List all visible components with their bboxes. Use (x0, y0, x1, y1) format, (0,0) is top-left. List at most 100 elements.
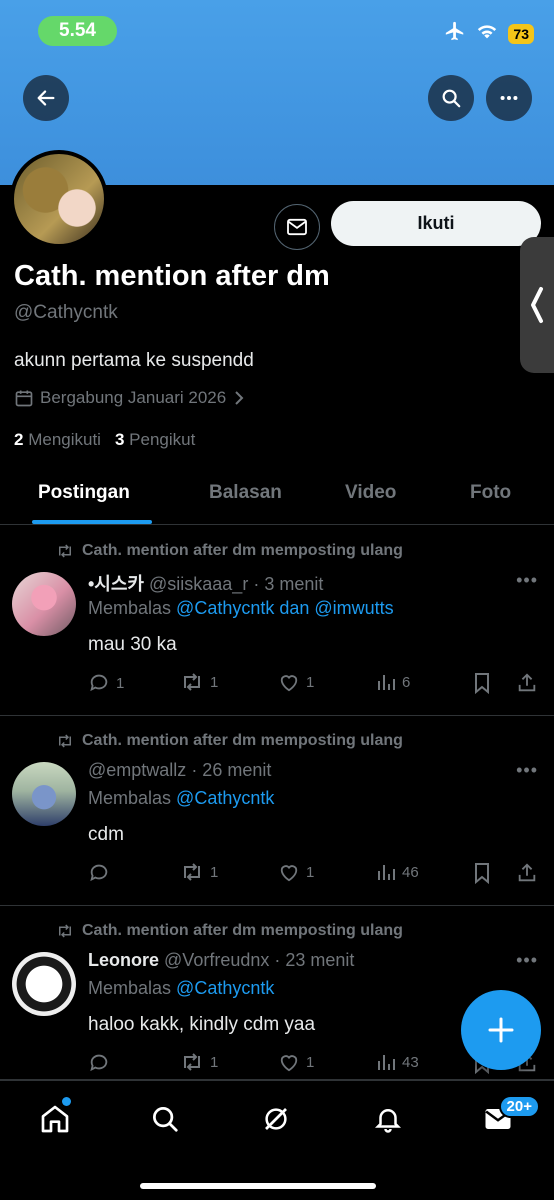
bookmark-button[interactable] (472, 672, 492, 694)
more-options-button[interactable] (486, 75, 532, 121)
repost-icon (59, 544, 71, 558)
post-handle[interactable]: @Vorfreudnx (164, 950, 269, 970)
share-icon (518, 673, 536, 692)
post-more-button[interactable]: ••• (516, 760, 538, 781)
post-header: •시스카 @siiskaaa_r · 3 menit (88, 570, 323, 596)
search-icon (442, 89, 461, 108)
repost-icon (184, 863, 200, 881)
like-button[interactable]: 1 (278, 862, 314, 882)
repost-indicator: Cath. mention after dm memposting ulang (56, 542, 403, 560)
post-item[interactable]: Cath. mention after dm memposting ulang … (0, 716, 554, 906)
post-author[interactable]: Leonore (88, 950, 159, 970)
status-icons: 73 (444, 20, 534, 47)
views-button[interactable]: 43 (376, 1052, 419, 1072)
status-time: 5.54 (38, 16, 117, 46)
post-header: Leonore @Vorfreudnx · 23 menit (88, 950, 354, 971)
post-avatar[interactable] (12, 952, 76, 1016)
reply-mention[interactable]: @Cathycntk (176, 978, 274, 998)
compose-button[interactable] (461, 990, 541, 1070)
post-author[interactable]: •시스카 (88, 574, 144, 594)
profile-avatar[interactable] (10, 150, 108, 248)
reply-prefix: Membalas (88, 978, 172, 998)
follow-stats: 2 Mengikuti 3 Pengikut (14, 430, 195, 450)
search-button[interactable] (428, 75, 474, 121)
more-icon (500, 95, 518, 101)
reply-button[interactable]: 1 (88, 672, 124, 694)
bookmark-button[interactable] (472, 862, 492, 884)
reply-mention[interactable]: @Cathycntk dan @imwutts (176, 598, 394, 618)
profile-tabs: Postingan Balasan Video Foto (0, 470, 554, 525)
joined-date[interactable]: Bergabung Januari 2026 (14, 388, 246, 408)
post-actions: 1 1 46 (88, 862, 540, 888)
home-icon (41, 1105, 69, 1133)
repost-indicator: Cath. mention after dm memposting ulang (56, 732, 403, 750)
views-button[interactable]: 6 (376, 672, 410, 692)
repost-count: 1 (210, 673, 219, 691)
nav-notifications[interactable] (368, 1099, 408, 1139)
calendar-icon (15, 390, 33, 407)
follow-button[interactable]: Ikuti (331, 201, 541, 246)
followers-link[interactable]: 3 Pengikut (115, 430, 195, 450)
wifi-icon (476, 22, 498, 45)
tab-posts[interactable]: Postingan (38, 482, 130, 504)
grok-icon (265, 1108, 287, 1130)
post-item[interactable]: Cath. mention after dm memposting ulang … (0, 526, 554, 716)
bookmark-icon (475, 863, 489, 884)
like-button[interactable]: 1 (278, 1052, 314, 1072)
battery-indicator: 73 (508, 23, 534, 44)
post-avatar[interactable] (12, 762, 76, 826)
following-count: 2 (14, 430, 24, 449)
repost-button[interactable]: 1 (180, 862, 218, 882)
post-avatar[interactable] (12, 572, 76, 636)
reply-icon (90, 1054, 108, 1072)
reply-button[interactable] (88, 862, 116, 884)
heart-icon (280, 675, 298, 692)
bottom-navigation: 20+ (0, 1080, 554, 1200)
post-more-button[interactable]: ••• (516, 570, 538, 591)
post-text: cdm (88, 824, 124, 845)
profile-handle: @Cathycntk (14, 302, 118, 323)
reply-prefix: Membalas (88, 598, 172, 618)
repost-button[interactable]: 1 (180, 672, 218, 692)
plus-icon (488, 1017, 514, 1043)
tab-photos[interactable]: Foto (470, 482, 511, 504)
nav-search[interactable] (145, 1099, 185, 1139)
following-link[interactable]: 2 Mengikuti (14, 430, 101, 450)
post-more-button[interactable]: ••• (516, 950, 538, 971)
mail-icon (287, 218, 307, 236)
tab-video[interactable]: Video (345, 482, 396, 504)
reply-prefix: Membalas (88, 788, 172, 808)
reply-button[interactable] (88, 1052, 116, 1074)
chevron-left-icon (531, 287, 543, 323)
post-time: · 26 menit (191, 760, 272, 780)
views-button[interactable]: 46 (376, 862, 419, 882)
nav-grok[interactable] (256, 1099, 296, 1139)
tab-replies[interactable]: Balasan (209, 482, 282, 504)
post-handle[interactable]: @siiskaaa_r (149, 574, 248, 594)
views-icon (378, 1055, 395, 1070)
post-actions: 1 1 1 6 (88, 672, 540, 698)
post-text: haloo kakk, kindly cdm yaa (88, 1014, 316, 1035)
reply-mention[interactable]: @Cathycntk (176, 788, 274, 808)
repost-icon (59, 734, 71, 748)
back-button[interactable] (23, 75, 69, 121)
reply-icon (90, 674, 108, 692)
repost-text: Cath. mention after dm memposting ulang (82, 542, 403, 559)
reply-count: 1 (116, 674, 125, 692)
reply-context: Membalas @Cathycntk (88, 788, 274, 809)
profile-name: Cath. mention after dm (14, 260, 330, 292)
post-handle[interactable]: @emptwallz (88, 760, 186, 780)
share-button[interactable] (516, 672, 538, 694)
like-count: 1 (306, 1053, 315, 1071)
message-button[interactable] (274, 204, 320, 250)
post-time: · 23 menit (274, 950, 355, 970)
views-icon (378, 865, 395, 880)
share-button[interactable] (516, 862, 538, 884)
repost-text: Cath. mention after dm memposting ulang (82, 922, 403, 939)
share-icon (518, 863, 536, 882)
repost-button[interactable]: 1 (180, 1052, 218, 1072)
reply-context: Membalas @Cathycntk (88, 978, 274, 999)
side-panel-handle[interactable] (520, 237, 554, 373)
repost-indicator: Cath. mention after dm memposting ulang (56, 922, 403, 940)
like-button[interactable]: 1 (278, 672, 314, 692)
